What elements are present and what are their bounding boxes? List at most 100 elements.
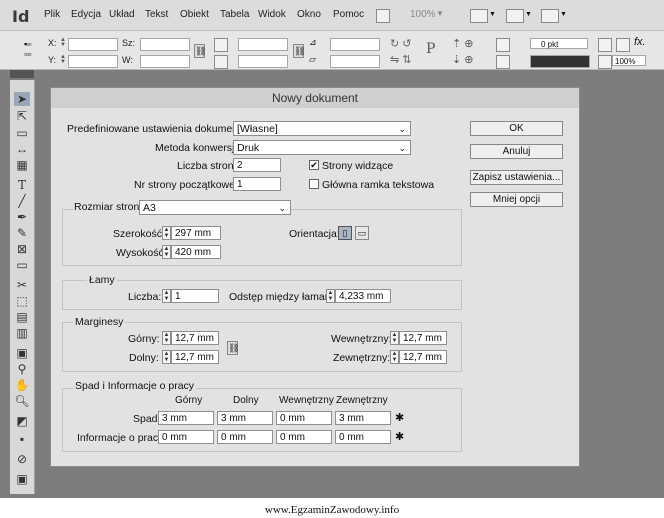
content-collector-icon[interactable]: ▦ [14,158,30,172]
free-transform-tool-icon[interactable]: ⬚ [14,294,30,308]
chevron-down-icon[interactable]: ▼ [560,11,567,18]
menu-view[interactable]: Widok [258,9,286,20]
menu-help[interactable]: Pomoc [333,9,364,20]
apply-none-icon[interactable]: ⊘ [14,452,30,466]
chevron-down-icon[interactable]: ▼ [525,11,532,18]
hand-tool-icon[interactable]: ✋ [14,378,30,392]
shear-input[interactable] [330,55,380,68]
top-margin-input[interactable]: 12,7 mm [171,331,219,345]
fewer-options-button[interactable]: Mniej opcji [470,192,563,207]
portrait-orientation-icon[interactable]: ▯ [338,226,352,240]
bleed-top-input[interactable]: 3 mm [158,411,214,425]
chevron-down-icon[interactable]: ▼ [489,11,496,18]
y-input[interactable] [68,55,118,68]
menu-object[interactable]: Obiekt [180,9,209,20]
pencil-tool-icon[interactable]: ✎ [14,226,30,240]
scale-x-input[interactable] [238,38,288,51]
gradient-swatch-tool-icon[interactable]: ▤ [14,310,30,324]
bleed-bottom-input[interactable]: 3 mm [217,411,273,425]
menu-file[interactable]: Plik [44,9,60,20]
menu-type[interactable]: Tekst [145,9,168,20]
stroke-weight-input[interactable]: 0 pkt [530,38,588,49]
slug-inside-input[interactable]: 0 mm [276,430,332,444]
reference-point-icon[interactable]: ▪▫▫ ▫▫▫ [24,39,32,59]
x-input[interactable] [68,38,118,51]
start-page-input[interactable]: 1 [233,177,281,191]
outside-margin-input[interactable]: 12,7 mm [399,350,447,364]
page-size-select[interactable]: A3 ⌄ [139,200,291,215]
rotate-cw-icon[interactable]: ↻ ↺ [390,37,412,50]
pages-input[interactable]: 2 [233,158,281,172]
bridge-icon[interactable] [376,9,390,23]
line-tool-icon[interactable]: ╱ [14,194,30,208]
stroke-type-select[interactable] [530,55,590,68]
constrain-proportions-icon[interactable]: ⛓ [194,44,206,58]
select-content-icon[interactable]: ⇣ ⊕ [452,53,474,66]
fill-stroke-icon[interactable]: ◩ [14,414,30,428]
rectangle-frame-tool-icon[interactable]: ⊠ [14,242,30,256]
zoom-level[interactable]: 100% [410,9,436,20]
cancel-button[interactable]: Anuluj [470,144,563,159]
scale-y-input[interactable] [238,55,288,68]
note-tool-icon[interactable]: ▣ [14,346,30,360]
opacity-input[interactable]: 100% [612,55,646,66]
landscape-orientation-icon[interactable]: ▭ [355,226,369,240]
width-input[interactable]: 297 mm [171,226,221,240]
master-frame-checkbox[interactable] [309,179,319,189]
fill-icon[interactable] [496,38,510,52]
x-stepper[interactable]: ▲ ▼ [60,37,66,49]
scissors-tool-icon[interactable]: ✂ [14,278,30,292]
link-bleed-icon[interactable]: ✱ [395,411,404,424]
direct-selection-tool-icon[interactable]: ⇱ [14,109,30,123]
menu-window[interactable]: Okno [297,9,321,20]
constrain-scale-icon[interactable]: ⛓ [293,44,305,58]
facing-pages-checkbox[interactable]: ✔ [309,160,319,170]
height-input[interactable] [140,55,190,68]
select-container-icon[interactable]: ⇡ ⊕ [452,37,474,50]
rotate-input[interactable] [330,38,380,51]
selection-tool-icon[interactable]: ➤ [14,92,30,106]
link-slug-icon[interactable]: ✱ [395,430,404,443]
slug-top-input[interactable]: 0 mm [158,430,214,444]
screen-mode-icon[interactable] [506,9,524,23]
width-input[interactable] [140,38,190,51]
height-input[interactable]: 420 mm [171,245,221,259]
height-stepper[interactable]: ▲ ▼ [162,245,171,259]
slug-outside-input[interactable]: 0 mm [335,430,391,444]
bottom-margin-input[interactable]: 12,7 mm [171,350,219,364]
inside-margin-stepper[interactable]: ▲ ▼ [390,331,399,345]
tools-panel-header[interactable] [10,70,34,78]
drop-shadow-icon[interactable] [598,38,612,52]
page-tool-icon[interactable]: ▭ [14,126,30,140]
gutter-stepper[interactable]: ▲ ▼ [326,289,335,303]
preset-select[interactable]: [Własne] ⌄ [233,121,411,136]
fx-icon[interactable]: fx. [634,36,646,48]
zoom-tool-icon[interactable]: 🔍︎ [14,394,30,408]
bottom-margin-stepper[interactable]: ▲ ▼ [162,350,171,364]
gradient-feather-tool-icon[interactable]: ▥ [14,326,30,340]
menu-layout[interactable]: Układ [109,9,135,20]
bleed-inside-input[interactable]: 0 mm [276,411,332,425]
formatting-affects-icon[interactable]: ▪ [14,432,30,446]
width-stepper[interactable]: ▲ ▼ [162,226,171,240]
columns-count-input[interactable]: 1 [171,289,219,303]
columns-stepper[interactable]: ▲ ▼ [162,289,171,303]
arrange-documents-icon[interactable] [541,9,559,23]
outside-margin-stepper[interactable]: ▲ ▼ [390,350,399,364]
stroke-icon[interactable] [496,55,510,69]
eyedropper-tool-icon[interactable]: ⚲ [14,362,30,376]
screen-mode-tool-icon[interactable]: ▣ [14,472,30,486]
inside-margin-input[interactable]: 12,7 mm [399,331,447,345]
menu-table[interactable]: Tabela [220,9,249,20]
intent-select[interactable]: Druk ⌄ [233,140,411,155]
y-stepper[interactable]: ▲ ▼ [60,54,66,66]
effects-icon[interactable] [616,38,630,52]
view-options-icon[interactable] [470,9,488,23]
slug-bottom-input[interactable]: 0 mm [217,430,273,444]
gutter-input[interactable]: 4,233 mm [335,289,391,303]
pen-tool-icon[interactable]: ✒ [14,210,30,224]
flip-icon[interactable]: ⇋ ⇅ [390,53,412,66]
ok-button[interactable]: OK [470,121,563,136]
top-margin-stepper[interactable]: ▲ ▼ [162,331,171,345]
bleed-outside-input[interactable]: 3 mm [335,411,391,425]
